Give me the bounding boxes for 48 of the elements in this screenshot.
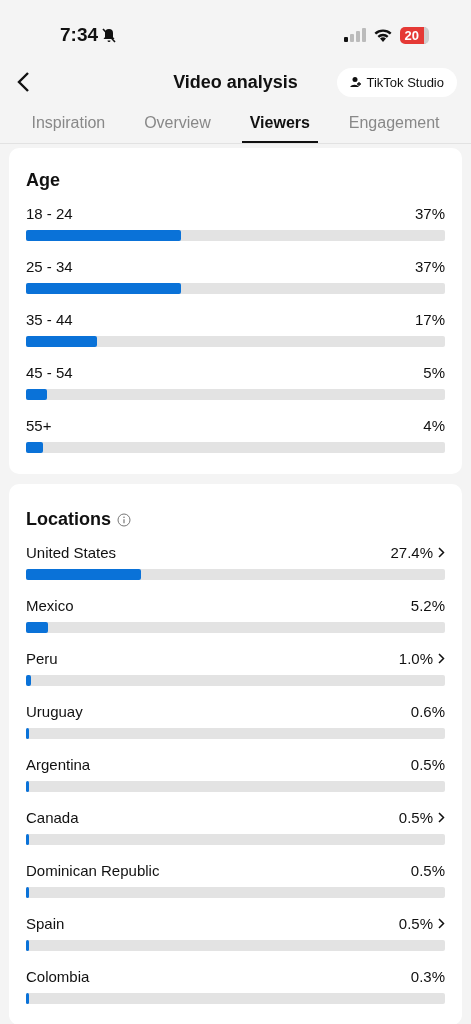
- muted-bell-icon: [101, 27, 118, 43]
- row-value: 37%: [414, 205, 445, 222]
- chevron-icon[interactable]: [438, 812, 445, 823]
- row-value: 5.2%: [410, 597, 445, 614]
- row-value: 37%: [414, 258, 445, 275]
- section-title: Age: [26, 170, 61, 191]
- row-value: 27.4%: [390, 544, 433, 561]
- row-label: Canada: [26, 809, 79, 826]
- studio-button[interactable]: TikTok Studio: [337, 67, 457, 97]
- tab[interactable]: Viewers: [241, 106, 318, 143]
- row-label: Uruguay: [26, 703, 83, 720]
- row-value: 4%: [423, 417, 445, 434]
- page-title: Video analysis: [173, 71, 298, 93]
- clock: 7:34: [60, 24, 99, 46]
- row-value: 0.5%: [410, 756, 445, 773]
- row-label: Dominican Republic: [26, 862, 160, 879]
- section-title: Locations: [26, 509, 111, 530]
- signal-icon: [343, 28, 366, 42]
- row-label: 45 - 54: [26, 364, 73, 381]
- wifi-icon: [373, 28, 392, 42]
- row-value: 0.5%: [398, 809, 433, 826]
- tab[interactable]: Inspiration: [23, 106, 114, 143]
- row-label: 55+: [26, 417, 52, 434]
- battery-indicator: 20: [399, 26, 429, 44]
- row-label: Spain: [26, 915, 65, 932]
- row-value: 1.0%: [398, 650, 433, 667]
- row-value: 0.6%: [410, 703, 445, 720]
- row-value: 0.5%: [410, 862, 445, 879]
- row-label: 18 - 24: [26, 205, 73, 222]
- row-value: 5%: [423, 364, 445, 381]
- row-value: 0.3%: [410, 968, 445, 985]
- tab[interactable]: Overview: [136, 106, 219, 143]
- row-value: 0.5%: [398, 915, 433, 932]
- row-label: Argentina: [26, 756, 91, 773]
- row-label: 35 - 44: [26, 311, 73, 328]
- back-icon[interactable]: [16, 71, 30, 93]
- row-label: United States: [26, 544, 117, 561]
- chevron-icon[interactable]: [438, 653, 445, 664]
- row-label: Peru: [26, 650, 58, 667]
- row-value: 17%: [414, 311, 445, 328]
- row-label: Mexico: [26, 597, 74, 614]
- row-label: 25 - 34: [26, 258, 73, 275]
- person-add-icon: [350, 76, 363, 88]
- tab[interactable]: Engagement: [340, 106, 448, 143]
- chevron-icon[interactable]: [438, 547, 445, 558]
- row-label: Colombia: [26, 968, 90, 985]
- chevron-icon[interactable]: [438, 918, 445, 929]
- info-icon[interactable]: [117, 512, 131, 527]
